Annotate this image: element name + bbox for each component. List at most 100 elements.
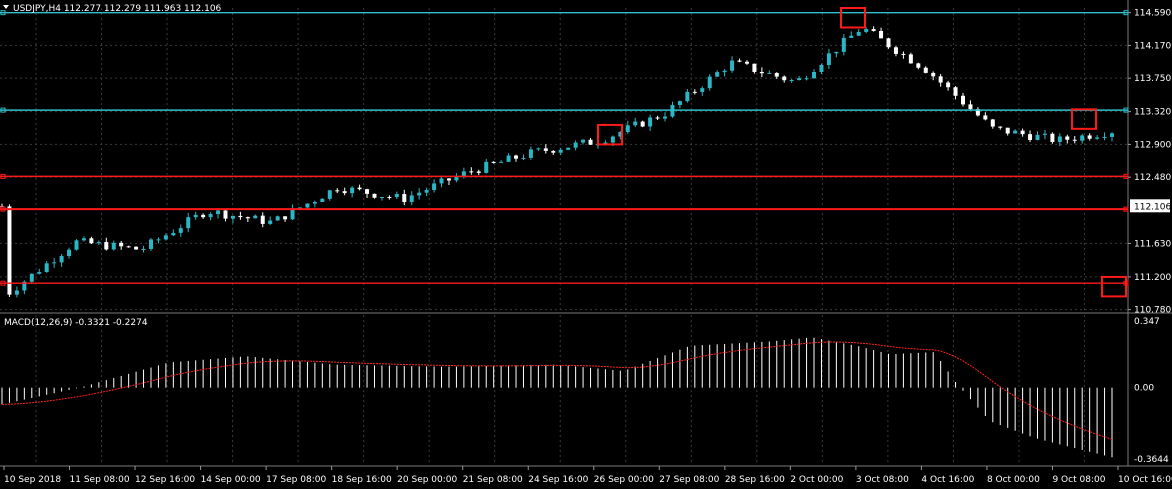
price-tick-label: 110.780 xyxy=(1134,306,1171,316)
time-tick-label: 3 Oct 08:00 xyxy=(856,475,909,485)
time-tick-label: 20 Sep 00:00 xyxy=(397,475,457,485)
candle-body xyxy=(327,190,332,199)
candle-body xyxy=(245,217,250,219)
candle-body xyxy=(812,71,817,79)
candle-body xyxy=(148,239,153,249)
candle-body xyxy=(156,239,161,241)
candle-body xyxy=(648,117,653,127)
candle-body xyxy=(692,91,697,93)
candle-body xyxy=(1020,130,1025,135)
candle-body xyxy=(581,139,586,143)
candle-body xyxy=(1042,133,1047,135)
candle xyxy=(134,246,139,250)
candle-body xyxy=(677,101,682,105)
candle-body xyxy=(312,201,317,204)
candle-body xyxy=(707,76,712,89)
candle-body xyxy=(260,215,265,224)
macd-tick-label: 0.347 xyxy=(1134,317,1160,327)
candle-body xyxy=(864,29,869,32)
chart-background xyxy=(0,0,1172,489)
time-tick-label: 8 Oct 00:00 xyxy=(987,475,1040,485)
candle-body xyxy=(461,171,466,177)
candle-body xyxy=(14,290,19,295)
candle-body xyxy=(305,203,310,208)
candle-body xyxy=(387,197,392,199)
candle-body xyxy=(357,187,362,190)
candle-body xyxy=(379,197,384,199)
time-tick-label: 26 Sep 00:00 xyxy=(594,475,654,485)
candle-body xyxy=(268,220,273,224)
candle-body xyxy=(74,240,79,250)
candle-body xyxy=(469,171,474,173)
candle-body xyxy=(759,71,764,74)
candle-body xyxy=(223,210,228,219)
candle-body xyxy=(998,126,1003,128)
candle-body xyxy=(700,88,705,92)
time-tick-label: 21 Sep 08:00 xyxy=(463,475,523,485)
candle-body xyxy=(1065,136,1070,140)
candle xyxy=(74,239,79,251)
candle-body xyxy=(506,155,511,162)
candle-body xyxy=(879,30,884,39)
candle-body xyxy=(44,263,49,273)
candle-body xyxy=(551,150,556,153)
candle-body xyxy=(253,215,258,219)
candle-body xyxy=(916,63,921,68)
candle-body xyxy=(640,121,645,127)
candle-body xyxy=(1050,133,1055,142)
candle-body xyxy=(1013,130,1018,134)
candle-body xyxy=(558,149,563,153)
candle-body xyxy=(81,238,86,241)
price-tick-label: 113.320 xyxy=(1134,108,1171,118)
candle-body xyxy=(893,47,898,54)
candle-body xyxy=(819,64,824,72)
candle-body xyxy=(283,216,288,220)
time-tick-label: 28 Sep 16:00 xyxy=(725,475,785,485)
candle-body xyxy=(566,147,571,150)
candle-body xyxy=(849,35,854,38)
candle-body xyxy=(67,249,72,257)
candle-body xyxy=(923,67,928,73)
candle-body xyxy=(886,38,891,48)
candle-body xyxy=(119,242,124,247)
time-tick-label: 24 Sep 16:00 xyxy=(528,475,588,485)
candle xyxy=(566,147,571,151)
usdjpy-chart[interactable]: 114.590 114.170 113.750 113.320 112.900 112.4… xyxy=(0,0,1172,489)
candle-body xyxy=(372,193,377,198)
candle-body xyxy=(804,78,809,80)
candle xyxy=(707,74,712,91)
candle-body xyxy=(476,171,481,173)
candle-body xyxy=(826,53,831,65)
candle-body xyxy=(275,216,280,221)
candle-body xyxy=(59,256,64,263)
candle-body xyxy=(350,187,355,194)
time-tick-label: 14 Sep 00:00 xyxy=(201,475,261,485)
candle xyxy=(886,37,891,49)
candle-body xyxy=(104,242,109,250)
candle-body xyxy=(499,161,504,163)
time-tick-label: 11 Sep 08:00 xyxy=(70,475,130,485)
candle-body xyxy=(7,206,12,295)
candle-body xyxy=(96,242,101,244)
time-tick-label: 12 Sep 16:00 xyxy=(135,475,195,485)
candle-body xyxy=(767,72,772,74)
candle-body xyxy=(216,210,221,215)
candle-body xyxy=(1057,136,1062,142)
candle-body xyxy=(1110,133,1114,137)
candle-body xyxy=(230,215,235,219)
candle-body xyxy=(186,217,191,229)
candle-body xyxy=(432,183,437,190)
candle-body xyxy=(752,63,757,72)
candle-body xyxy=(536,148,541,150)
macd-tick-label: 0.00 xyxy=(1134,384,1154,394)
candle-body xyxy=(663,116,668,119)
time-tick-label: 10 Sep 2018 xyxy=(4,475,61,485)
candle-body xyxy=(528,149,533,158)
candle-body xyxy=(931,72,936,77)
candle-body xyxy=(439,178,444,184)
price-tick-label: 112.480 xyxy=(1134,173,1171,183)
price-tick-label: 111.630 xyxy=(1134,239,1171,249)
candle-body xyxy=(841,37,846,52)
candle-body xyxy=(1095,137,1100,139)
candle-body xyxy=(1072,139,1077,141)
